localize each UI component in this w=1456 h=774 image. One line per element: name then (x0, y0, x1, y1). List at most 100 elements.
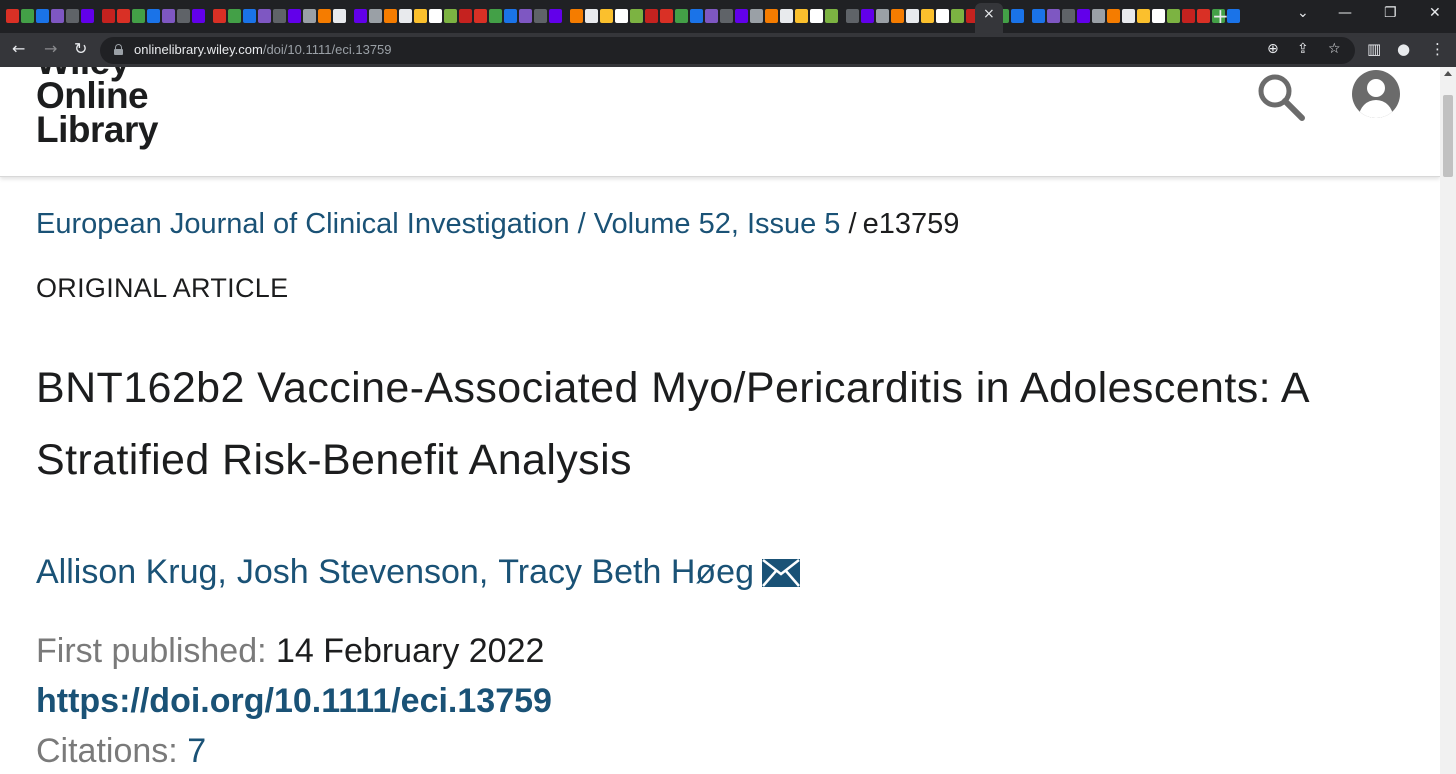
doi-link[interactable]: https://doi.org/10.1111/eci.13759 (36, 682, 552, 720)
tab-group[interactable] (1032, 9, 1240, 23)
tab-favicon-icon[interactable] (1227, 9, 1240, 23)
tab-favicon-icon[interactable] (720, 9, 733, 23)
tab-favicon-icon[interactable] (273, 9, 286, 23)
tab-favicon-icon[interactable] (354, 9, 367, 23)
tab-favicon-icon[interactable] (1137, 9, 1150, 23)
tab-favicon-icon[interactable] (645, 9, 658, 23)
tab-favicon-icon[interactable] (891, 9, 904, 23)
tab-favicon-icon[interactable] (1182, 9, 1195, 23)
author-link[interactable]: Tracy Beth Høeg (498, 553, 754, 592)
scroll-thumb[interactable] (1443, 95, 1453, 177)
maximize-icon[interactable]: ❐ (1384, 5, 1397, 21)
tab-favicon-icon[interactable] (369, 9, 382, 23)
tab-favicon-icon[interactable] (243, 9, 256, 23)
tab-group[interactable] (354, 9, 562, 23)
zoom-icon[interactable]: ⊕ (1267, 41, 1279, 57)
tab-favicon-icon[interactable] (1077, 9, 1090, 23)
share-icon[interactable]: ⇪ (1297, 41, 1309, 57)
tab-favicon-icon[interactable] (825, 9, 838, 23)
close-window-icon[interactable]: ✕ (1429, 5, 1441, 21)
tab-favicon-icon[interactable] (660, 9, 673, 23)
tab-favicon-icon[interactable] (585, 9, 598, 23)
tab-favicon-icon[interactable] (1152, 9, 1165, 23)
tab-favicon-icon[interactable] (1062, 9, 1075, 23)
tab-favicon-icon[interactable] (1107, 9, 1120, 23)
tab-favicon-icon[interactable] (162, 9, 175, 23)
tab-favicon-icon[interactable] (936, 9, 949, 23)
bookmark-star-icon[interactable]: ☆ (1328, 41, 1341, 57)
tab-favicon-icon[interactable] (177, 9, 190, 23)
tab-favicon-icon[interactable] (906, 9, 919, 23)
close-tab-icon[interactable]: × (983, 6, 995, 22)
tab-favicon-icon[interactable] (51, 9, 64, 23)
tab-favicon-icon[interactable] (675, 9, 688, 23)
tab-favicon-icon[interactable] (810, 9, 823, 23)
tab-group[interactable] (570, 9, 838, 23)
tab-favicon-icon[interactable] (489, 9, 502, 23)
tab-favicon-icon[interactable] (690, 9, 703, 23)
wiley-online-library-logo[interactable]: Wiley Online Library (36, 67, 158, 148)
tab-favicon-icon[interactable] (615, 9, 628, 23)
tab-group[interactable] (213, 9, 346, 23)
corresponding-author-mail-icon[interactable] (761, 558, 800, 587)
tab-favicon-icon[interactable] (474, 9, 487, 23)
menu-icon[interactable]: ⋮ (1430, 40, 1445, 58)
profile-icon[interactable]: ● (1397, 40, 1410, 58)
side-panel-icon[interactable]: ▥ (1367, 40, 1381, 58)
tab-favicon-icon[interactable] (750, 9, 763, 23)
tab-favicon-icon[interactable] (258, 9, 271, 23)
tab-favicon-icon[interactable] (1011, 9, 1024, 23)
tab-favicon-icon[interactable] (765, 9, 778, 23)
tab-favicon-icon[interactable] (117, 9, 130, 23)
tab-favicon-icon[interactable] (399, 9, 412, 23)
tab-favicon-icon[interactable] (21, 9, 34, 23)
citations-count-link[interactable]: 7 (187, 732, 206, 770)
tab-favicon-icon[interactable] (132, 9, 145, 23)
tab-favicon-icon[interactable] (147, 9, 160, 23)
tab-favicon-icon[interactable] (66, 9, 79, 23)
tab-favicon-icon[interactable] (429, 9, 442, 23)
tab-favicon-icon[interactable] (861, 9, 874, 23)
tab-favicon-icon[interactable] (519, 9, 532, 23)
tab-favicon-icon[interactable] (444, 9, 457, 23)
user-account-icon[interactable] (1352, 70, 1400, 118)
search-icon[interactable] (1256, 72, 1306, 122)
reload-icon[interactable]: ↻ (74, 39, 87, 58)
tab-favicon-icon[interactable] (570, 9, 583, 23)
breadcrumb-issue-link[interactable]: Volume 52, Issue 5 (594, 208, 841, 240)
tab-favicon-icon[interactable] (1032, 9, 1045, 23)
tab-favicon-icon[interactable] (549, 9, 562, 23)
tab-favicon-icon[interactable] (1122, 9, 1135, 23)
tab-favicon-icon[interactable] (504, 9, 517, 23)
tab-favicon-icon[interactable] (459, 9, 472, 23)
url-text[interactable]: onlinelibrary.wiley.com/doi/10.1111/eci.… (134, 42, 392, 57)
tab-favicon-icon[interactable] (102, 9, 115, 23)
tab-favicon-icon[interactable] (1047, 9, 1060, 23)
tab-group[interactable] (102, 9, 205, 23)
tab-favicon-icon[interactable] (414, 9, 427, 23)
tab-favicon-icon[interactable] (192, 9, 205, 23)
tab-favicon-icon[interactable] (1092, 9, 1105, 23)
tab-favicon-icon[interactable] (303, 9, 316, 23)
tab-favicon-icon[interactable] (534, 9, 547, 23)
tab-favicon-icon[interactable] (384, 9, 397, 23)
scroll-up-arrow-icon[interactable] (1444, 71, 1452, 76)
author-link[interactable]: Allison Krug (36, 553, 217, 592)
address-bar[interactable]: onlinelibrary.wiley.com/doi/10.1111/eci.… (100, 37, 1355, 64)
tab-favicon-icon[interactable] (921, 9, 934, 23)
back-icon[interactable]: ← (12, 39, 25, 58)
tab-favicon-icon[interactable] (318, 9, 331, 23)
tab-favicon-icon[interactable] (213, 9, 226, 23)
tab-favicon-icon[interactable] (795, 9, 808, 23)
lock-icon[interactable] (114, 44, 123, 55)
page-scrollbar[interactable] (1440, 67, 1456, 774)
tab-favicon-icon[interactable] (705, 9, 718, 23)
tab-favicon-icon[interactable] (735, 9, 748, 23)
tab-favicon-icon[interactable] (846, 9, 859, 23)
tab-favicon-icon[interactable] (876, 9, 889, 23)
tab-favicons[interactable] (6, 7, 1246, 25)
tab-group[interactable] (6, 9, 94, 23)
tab-favicon-icon[interactable] (228, 9, 241, 23)
tab-favicon-icon[interactable] (951, 9, 964, 23)
tab-favicon-icon[interactable] (6, 9, 19, 23)
